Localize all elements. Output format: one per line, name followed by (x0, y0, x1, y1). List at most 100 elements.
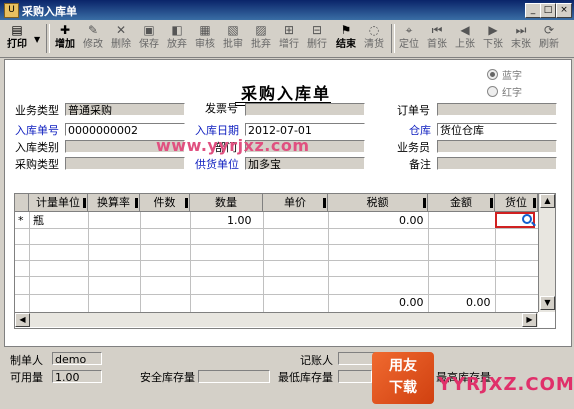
refresh-button[interactable]: ⟳ 刷新 (536, 22, 562, 55)
warehouse-label: 仓库 (409, 124, 431, 137)
finish-button[interactable]: ⚑ 结束 (333, 22, 359, 55)
grid-vline (328, 212, 329, 312)
available-label: 可用量 (10, 371, 43, 384)
order-no-label: 订单号 (397, 104, 430, 117)
add-row-button[interactable]: ⊞ 增行 (276, 22, 302, 55)
clerk-label: 业务员 (397, 141, 430, 154)
vertical-scrollbar[interactable]: ▲ ▼ (538, 194, 555, 312)
column-header-qty[interactable]: 数量 (190, 194, 263, 212)
reject-icon: ▨ (255, 23, 267, 37)
detail-grid: 计量单位 换算率 件数 数量 单价 税额 金额 货位 * 瓶 1.00 0.00… (14, 193, 556, 329)
title-bar: U 采购入库单 _ □ × (0, 0, 574, 20)
bookkeeper-label: 记账人 (300, 354, 333, 367)
receipt-no-label: 入库单号 (15, 124, 59, 137)
prev-icon: ◀ (460, 23, 470, 37)
approve-icon: ▧ (227, 23, 239, 37)
grid-vline (29, 212, 30, 312)
column-marker-icon (135, 198, 138, 208)
receipt-no-field[interactable]: 0000000002 (65, 123, 185, 136)
approve-button[interactable]: ▧ 批审 (220, 22, 246, 55)
column-header-location[interactable]: 货位 (495, 194, 538, 212)
document-title: 采购入库单 (241, 84, 332, 103)
radio-blue[interactable]: 蓝字 (487, 67, 522, 82)
audit-button[interactable]: ▦ 审核 (192, 22, 218, 55)
next-icon: ▶ (488, 23, 498, 37)
grid-hline (15, 228, 538, 229)
delete-row-button[interactable]: ⊟ 删行 (304, 22, 330, 55)
save-button[interactable]: ▣ 保存 (136, 22, 162, 55)
edit-button[interactable]: ✎ 修改 (80, 22, 106, 55)
last-button[interactable]: ⏭ 末张 (508, 22, 534, 55)
radio-empty-icon (487, 86, 498, 97)
printer-icon: ▤ (11, 23, 23, 37)
business-type-label: 业务类型 (15, 104, 59, 117)
prev-button[interactable]: ◀ 上张 (452, 22, 478, 55)
first-button[interactable]: ⏮ 首张 (424, 22, 450, 55)
reject-button[interactable]: ▨ 批弃 (248, 22, 274, 55)
save-icon: ▣ (143, 23, 155, 37)
receipt-date-field[interactable]: 2012-07-01 (245, 123, 365, 136)
column-marker-icon (83, 198, 86, 208)
delete-button[interactable]: ✕ 删除 (108, 22, 134, 55)
column-header-unit[interactable]: 计量单位 (29, 194, 88, 212)
grid-header: 计量单位 换算率 件数 数量 单价 税额 金额 货位 (15, 194, 555, 212)
last-icon: ⏭ (515, 23, 527, 37)
column-header-price[interactable]: 单价 (263, 194, 328, 212)
edit-icon: ✎ (87, 23, 99, 37)
grid-hline (15, 244, 538, 245)
available-field: 1.00 (52, 370, 102, 383)
add-button[interactable]: ✚ 增加 (52, 22, 78, 55)
row-marker-header (15, 194, 29, 212)
grid-vline (140, 212, 141, 312)
app-icon: U (4, 3, 19, 18)
add-row-icon: ⊞ (283, 23, 295, 37)
scroll-right-icon[interactable]: ▶ (522, 313, 537, 327)
column-marker-icon (185, 198, 188, 208)
safety-stock-field (198, 370, 270, 383)
column-header-tax[interactable]: 税额 (328, 194, 428, 212)
print-button[interactable]: ▤ 打印 (4, 22, 30, 55)
scroll-up-icon[interactable]: ▲ (540, 194, 555, 208)
minimize-button[interactable]: _ (525, 3, 541, 18)
search-icon[interactable] (522, 214, 532, 224)
radio-red[interactable]: 红字 (487, 84, 522, 99)
purchase-type-label: 采购类型 (15, 158, 59, 171)
scroll-down-icon[interactable]: ▼ (540, 296, 555, 310)
maker-label: 制单人 (10, 354, 43, 367)
order-no-field[interactable] (437, 103, 557, 116)
column-header-amount[interactable]: 金额 (428, 194, 495, 212)
window-title: 采购入库单 (22, 5, 77, 18)
invoice-no-field[interactable] (245, 103, 365, 116)
column-header-pieces[interactable]: 件数 (140, 194, 190, 212)
scroll-left-icon[interactable]: ◀ (15, 313, 30, 327)
grid-vline (88, 212, 89, 312)
column-marker-icon (423, 198, 426, 208)
abandon-button[interactable]: ◧ 放弃 (164, 22, 190, 55)
column-header-rate[interactable]: 换算率 (88, 194, 140, 212)
next-button[interactable]: ▶ 下张 (480, 22, 506, 55)
close-button[interactable]: × (556, 3, 572, 18)
min-stock-label: 最低库存量 (278, 371, 333, 384)
clear-button[interactable]: ◌ 清货 (361, 22, 387, 55)
cell-qty[interactable]: 1.00 (227, 213, 252, 229)
chevron-down-icon[interactable]: ▼ (34, 35, 40, 44)
min-stock-field (338, 370, 372, 383)
grid-hline (15, 294, 538, 295)
grid-vline (190, 212, 191, 312)
invoice-no-label: 发票号 (205, 102, 238, 115)
abandon-icon: ◧ (171, 23, 183, 37)
finish-icon: ⚑ (340, 23, 352, 37)
business-type-field[interactable]: 普通采购 (65, 103, 185, 116)
maximize-button[interactable]: □ (540, 3, 556, 18)
safety-stock-label: 安全库存量 (140, 371, 195, 384)
remark-label: 备注 (409, 158, 431, 171)
cell-tax[interactable]: 0.00 (399, 213, 424, 229)
horizontal-scrollbar[interactable]: ◀ ▶ (15, 312, 538, 327)
purchase-type-field[interactable] (65, 157, 185, 170)
cell-unit[interactable]: 瓶 (33, 213, 44, 229)
warehouse-field[interactable]: 货位仓库 (437, 123, 557, 136)
supplier-field[interactable]: 加多宝 (245, 157, 365, 170)
remark-field[interactable] (437, 157, 557, 170)
clerk-field[interactable] (437, 140, 557, 153)
locate-button[interactable]: ⌖ 定位 (396, 22, 422, 55)
